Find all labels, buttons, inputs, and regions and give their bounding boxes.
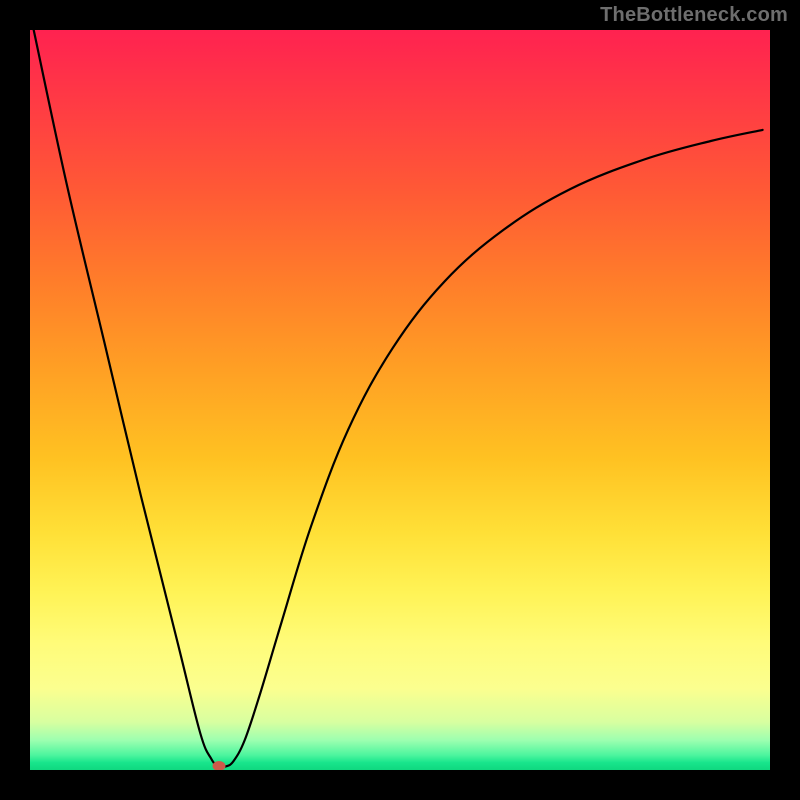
watermark-label: TheBottleneck.com <box>600 4 788 27</box>
chart-frame: TheBottleneck.com <box>0 0 800 800</box>
plot-area <box>30 30 770 770</box>
bottleneck-curve <box>30 30 770 770</box>
optimal-point-marker <box>212 761 225 770</box>
